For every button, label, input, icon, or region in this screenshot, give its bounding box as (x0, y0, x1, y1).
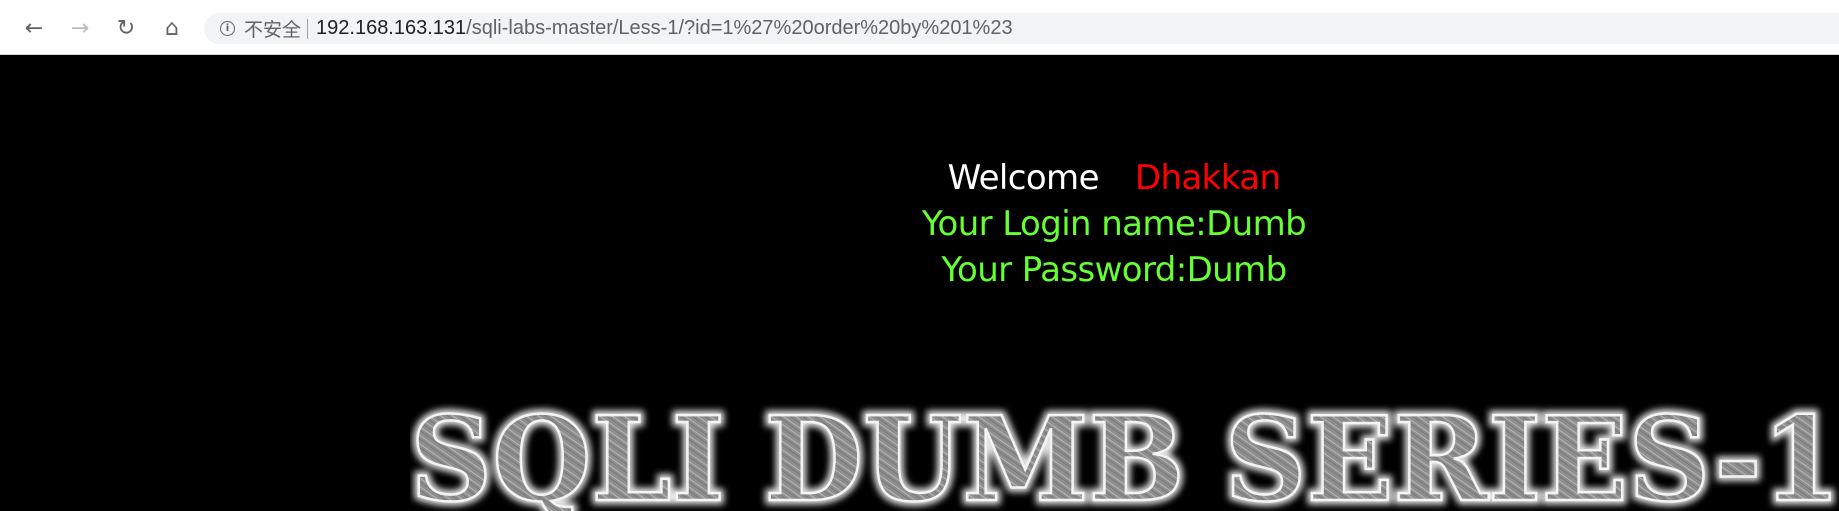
welcome-label: Welcome (947, 158, 1100, 198)
security-status[interactable]: 不安全 (244, 15, 301, 42)
query-result: Welcome Dhakkan Your Login name:Dumb Your… (2, 155, 1839, 293)
address-separator (307, 18, 309, 39)
browser-toolbar: ← → ↻ ⌂ i 不安全 192.168.163.131 /sqli-labs… (0, 0, 1839, 55)
url-host[interactable]: 192.168.163.131 (316, 17, 466, 40)
sqli-dumb-series-banner: SQLI DUMB SERIES-1 SQLI DUMB SERIES-1 (410, 376, 1839, 511)
info-icon[interactable]: i (220, 21, 235, 36)
address-bar[interactable]: i 不安全 192.168.163.131 /sqli-labs-master/… (204, 13, 1839, 44)
back-arrow-icon[interactable]: ← (18, 12, 50, 44)
home-icon[interactable]: ⌂ (156, 12, 188, 44)
page-content: Welcome Dhakkan Your Login name:Dumb Your… (2, 56, 1839, 511)
forward-arrow-icon[interactable]: → (64, 12, 96, 44)
url-path[interactable]: /sqli-labs-master/Less-1/?id=1%27%20orde… (466, 17, 1012, 40)
welcome-name: Dhakkan (1134, 158, 1281, 198)
banner-graphic: SQLI DUMB SERIES-1 SQLI DUMB SERIES-1 (410, 388, 1839, 511)
reload-icon[interactable]: ↻ (110, 12, 142, 44)
password-line: Your Password:Dumb (941, 250, 1287, 290)
banner-text: SQLI DUMB SERIES-1 (410, 392, 1839, 511)
welcome-line: Welcome Dhakkan (2, 155, 1839, 201)
login-name-line: Your Login name:Dumb (921, 204, 1307, 244)
